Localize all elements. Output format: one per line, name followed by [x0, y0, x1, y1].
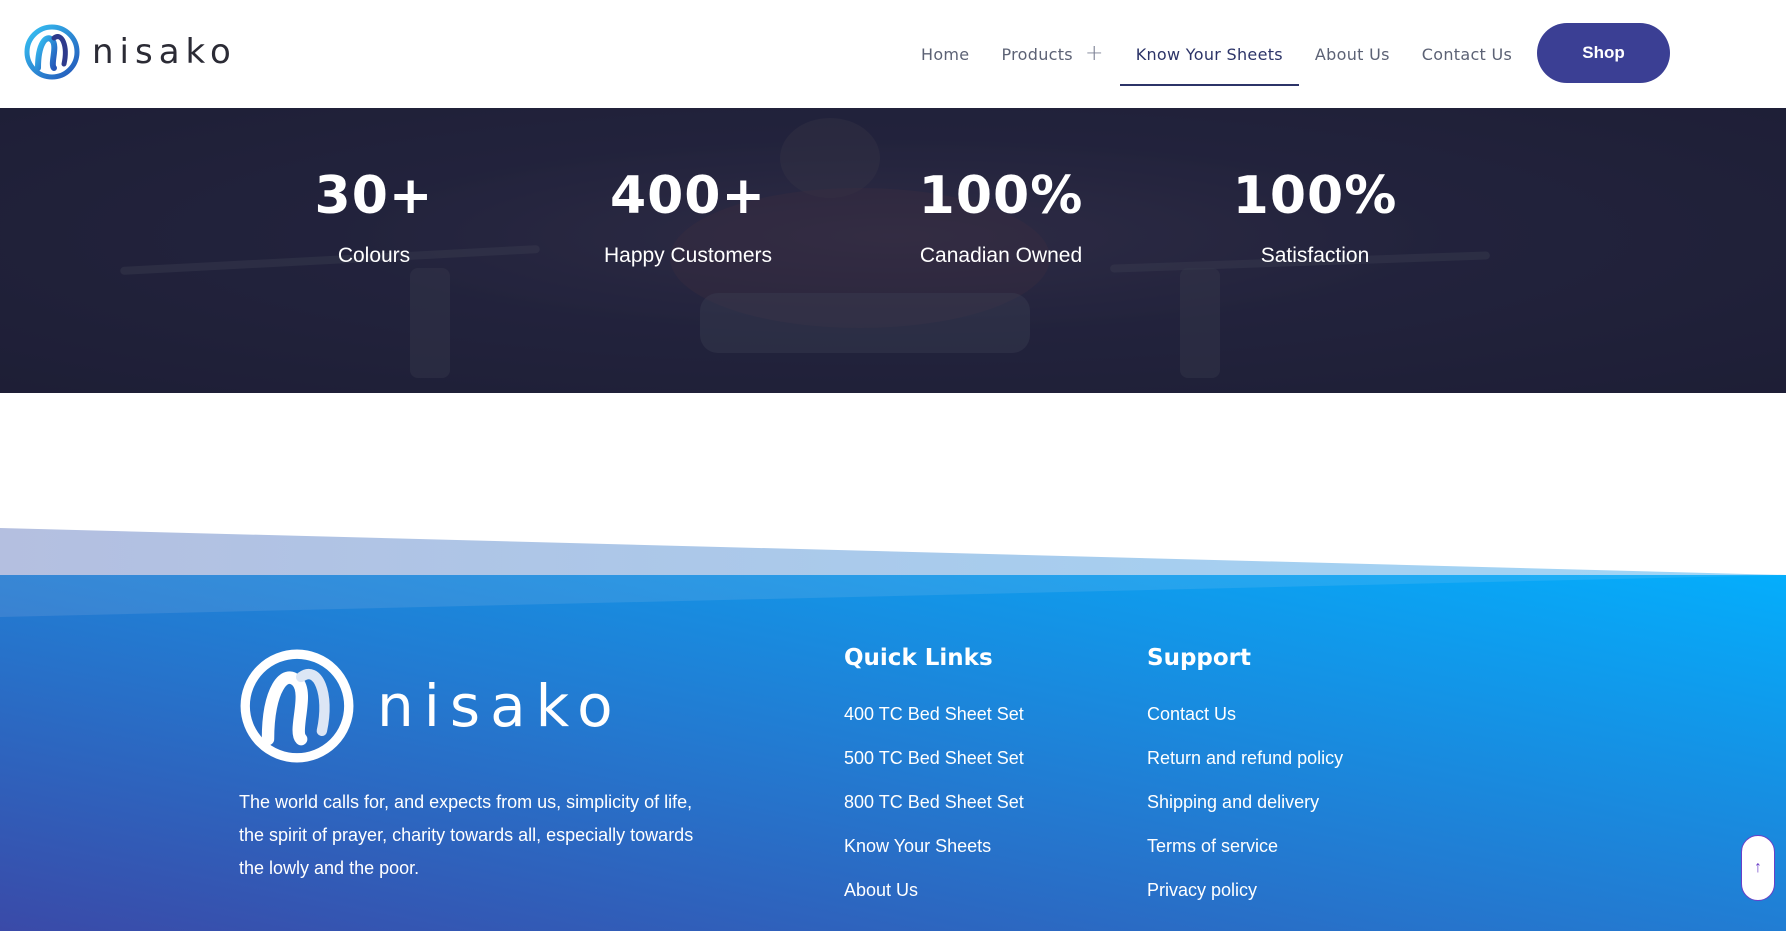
support-title: Support: [1147, 645, 1252, 671]
scroll-to-top-button[interactable]: ↑: [1741, 835, 1775, 901]
footer-link-terms[interactable]: Terms of service: [1147, 824, 1343, 868]
quick-links-title: Quick Links: [844, 645, 993, 671]
footer-link-400tc[interactable]: 400 TC Bed Sheet Set: [844, 692, 1024, 736]
stat-value: 100%: [918, 166, 1084, 226]
footer-link-shipping[interactable]: Shipping and delivery: [1147, 780, 1343, 824]
main-nav: Home Products + Know Your Sheets About U…: [905, 0, 1528, 108]
logo-mark-icon: [24, 24, 80, 80]
stat-label: Happy Customers: [603, 244, 773, 267]
stat-label: Colours: [337, 244, 411, 267]
support-column: Support Contact Us Return and refund pol…: [1147, 642, 1343, 912]
plus-icon[interactable]: +: [1085, 43, 1104, 65]
footer-link-contact-us[interactable]: Contact Us: [1147, 692, 1343, 736]
nav-home-label: Home: [921, 44, 970, 64]
shop-button[interactable]: Shop: [1537, 23, 1670, 83]
footer-logo[interactable]: nisako: [239, 648, 623, 764]
stat-canadian-owned: 100% Canadian Owned: [871, 170, 1131, 268]
footer-link-privacy[interactable]: Privacy policy: [1147, 868, 1343, 912]
nav-about-us-label: About Us: [1314, 44, 1390, 64]
nav-know-your-sheets-label: Know Your Sheets: [1135, 44, 1283, 64]
arrow-up-icon: ↑: [1754, 859, 1762, 876]
stat-happy-customers: 400+ Happy Customers: [558, 170, 818, 268]
nav-products[interactable]: Products +: [985, 0, 1119, 108]
footer-brand-name: nisako: [377, 672, 623, 740]
nav-know-your-sheets[interactable]: Know Your Sheets: [1119, 0, 1300, 108]
nav-contact-us[interactable]: Contact Us: [1406, 0, 1528, 108]
nav-products-label: Products: [1001, 44, 1073, 64]
footer-link-about-us[interactable]: About Us: [844, 868, 1024, 912]
nav-contact-us-label: Contact Us: [1421, 44, 1513, 64]
site-footer: nisako The world calls for, and expects …: [0, 520, 1786, 931]
stat-satisfaction: 100% Satisfaction: [1185, 170, 1445, 268]
stat-value: 400+: [609, 166, 767, 226]
nav-about-us[interactable]: About Us: [1299, 0, 1406, 108]
footer-link-refund-policy[interactable]: Return and refund policy: [1147, 736, 1343, 780]
brand-logo[interactable]: nisako: [24, 24, 237, 80]
footer-link-800tc[interactable]: 800 TC Bed Sheet Set: [844, 780, 1024, 824]
stats-section: 30+ Colours 400+ Happy Customers 100% Ca…: [0, 108, 1786, 393]
quick-links-column: Quick Links 400 TC Bed Sheet Set 500 TC …: [844, 642, 1024, 912]
stat-label: Satisfaction: [1260, 244, 1370, 267]
stat-value: 100%: [1232, 166, 1398, 226]
brand-name: nisako: [92, 32, 237, 72]
stat-colours: 30+ Colours: [244, 170, 504, 268]
stat-value: 30+: [314, 166, 434, 226]
footer-tagline: The world calls for, and expects from us…: [239, 792, 694, 878]
footer-link-500tc[interactable]: 500 TC Bed Sheet Set: [844, 736, 1024, 780]
nav-home[interactable]: Home: [905, 0, 985, 108]
logo-mark-icon: [240, 649, 354, 763]
stat-label: Canadian Owned: [919, 244, 1083, 267]
site-header: nisako Home Products + Know Your Sheets …: [0, 0, 1786, 108]
footer-link-know-your-sheets[interactable]: Know Your Sheets: [844, 824, 1024, 868]
